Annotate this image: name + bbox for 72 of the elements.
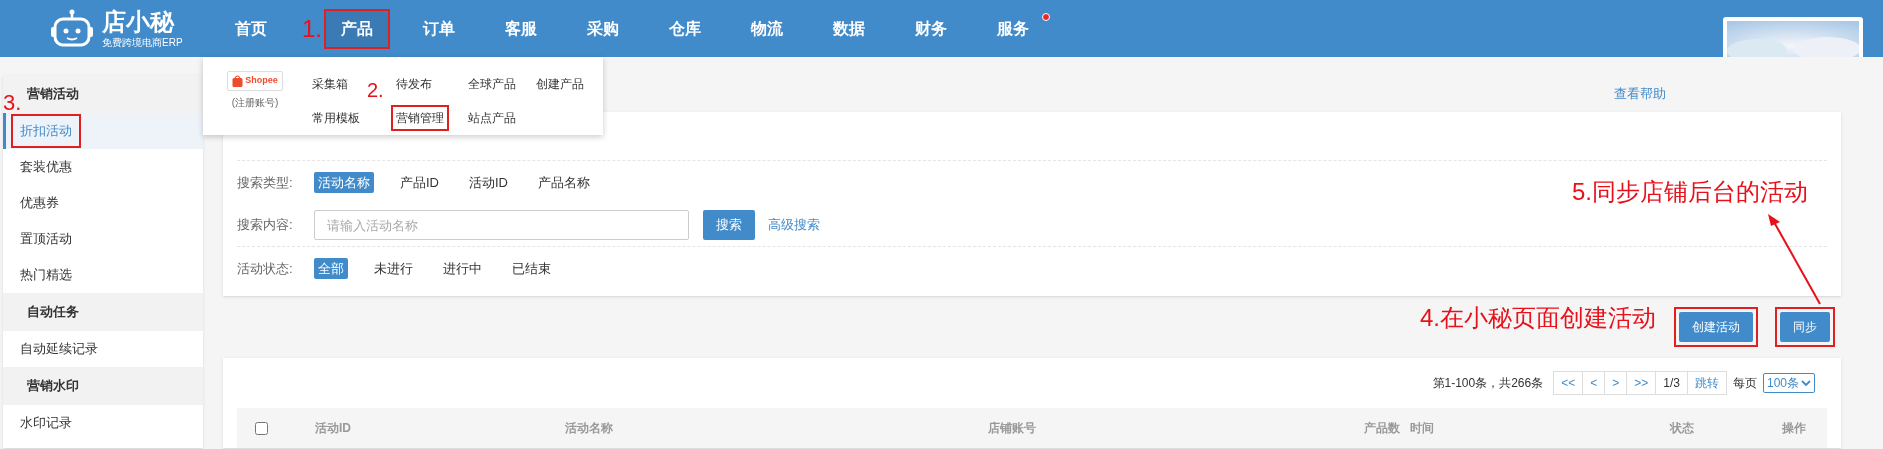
help-link[interactable]: 查看帮助	[1614, 83, 1666, 104]
per-page-label: 每页	[1732, 375, 1757, 392]
nav-item[interactable]: 服务	[982, 10, 1044, 47]
pagination-button[interactable]: >	[1605, 372, 1628, 394]
nav-item[interactable]: 产品	[326, 10, 388, 47]
select-all-checkbox[interactable]	[255, 421, 268, 435]
column-header: 店铺账号	[988, 420, 1037, 437]
filter-option[interactable]: 已结束	[508, 257, 555, 280]
column-header: 状态	[1670, 420, 1695, 437]
logo-tagline: 免费跨境电商ERP	[102, 37, 183, 48]
column-header: 活动ID	[315, 420, 352, 437]
jump-button[interactable]: 跳转	[1687, 372, 1726, 394]
filter-label: 活动状态:	[237, 259, 294, 278]
nav-item[interactable]: 首页	[220, 10, 282, 47]
column-header: 时间	[1410, 420, 1435, 437]
dropdown-item[interactable]: 全球产品	[463, 71, 521, 97]
step-annotation: 5.同步店铺后台的活动	[1572, 180, 1808, 204]
nav-item[interactable]: 数据	[818, 10, 880, 47]
sync-button[interactable]: 同步	[1780, 312, 1830, 342]
dropdown-item[interactable]: 采集箱	[307, 71, 353, 97]
robot-logo-icon	[50, 8, 94, 49]
nav-item[interactable]: 财务	[900, 10, 962, 47]
column-header: 操作	[1782, 420, 1807, 437]
filter-option[interactable]: 产品ID	[396, 171, 443, 194]
step-annotation: 1.	[302, 16, 322, 41]
sidebar-section-header: 营销水印	[3, 367, 203, 405]
advanced-search-link[interactable]: 高级搜索	[768, 215, 820, 235]
dropdown-item[interactable]: 常用模板	[307, 105, 365, 131]
sidebar-item[interactable]: 优惠券	[11, 186, 68, 220]
column-header: 活动名称	[565, 420, 614, 437]
filter-label: 搜索内容:	[237, 216, 294, 235]
step-annotation: 2.	[367, 80, 384, 100]
dropdown-item[interactable]: 站点产品	[463, 105, 521, 131]
filter-label: 搜索类型:	[237, 173, 294, 192]
dropdown-item[interactable]: 营销管理	[391, 105, 449, 131]
pagination-button[interactable]: <<	[1554, 372, 1584, 394]
filter-option[interactable]: 未进行	[370, 257, 417, 280]
step-annotation: 4.在小秘页面创建活动	[1420, 306, 1656, 330]
dropdown-item[interactable]: 待发布	[391, 71, 437, 97]
shopping-bag-icon	[232, 74, 244, 87]
logo-name: 店小秘	[102, 9, 176, 34]
pagination-button[interactable]: >>	[1627, 372, 1657, 394]
platform-note: (注册账号)	[231, 95, 279, 110]
page-indicator: 1/3	[1656, 372, 1688, 394]
search-field[interactable]: 请输入活动名称	[314, 210, 689, 240]
nav-item[interactable]: 物流	[736, 10, 798, 47]
sidebar-item[interactable]: 水印记录	[11, 406, 81, 440]
chevron-down-icon	[1801, 379, 1811, 387]
filter-option[interactable]: 全部	[314, 257, 348, 280]
sidebar-item[interactable]: 自动延续记录	[11, 332, 107, 366]
filter-option[interactable]: 活动ID	[465, 171, 512, 194]
filter-option[interactable]: 产品名称	[534, 171, 594, 194]
step-annotation: 3.	[3, 92, 22, 114]
nav-item[interactable]: 仓库	[654, 10, 716, 47]
sidebar-item[interactable]: 置顶活动	[11, 222, 81, 256]
per-page-select[interactable]: 100条	[1762, 373, 1815, 393]
nav-item[interactable]: 采购	[572, 10, 634, 47]
filter-option[interactable]: 进行中	[439, 257, 486, 280]
sidebar-item[interactable]: 折扣活动	[11, 114, 81, 148]
dropdown-item[interactable]: 创建产品	[531, 71, 589, 97]
filter-option[interactable]: 活动名称	[314, 171, 374, 194]
sidebar-section-header: 自动任务	[3, 293, 203, 331]
pagination-summary: 第1-100条，共266条	[1432, 375, 1544, 392]
search-button[interactable]: 搜索	[703, 210, 755, 240]
nav-item[interactable]: 订单	[408, 10, 470, 47]
shopee-logo[interactable]: Shopee	[227, 71, 283, 91]
nav-item[interactable]: 客服	[490, 10, 552, 47]
pagination-button[interactable]: <	[1583, 372, 1606, 394]
column-header: 产品数	[1363, 420, 1401, 437]
sidebar-item[interactable]: 热门精选	[11, 258, 81, 292]
sidebar-item[interactable]: 套装优惠	[11, 150, 81, 184]
create-activity-button[interactable]: 创建活动	[1679, 312, 1753, 342]
